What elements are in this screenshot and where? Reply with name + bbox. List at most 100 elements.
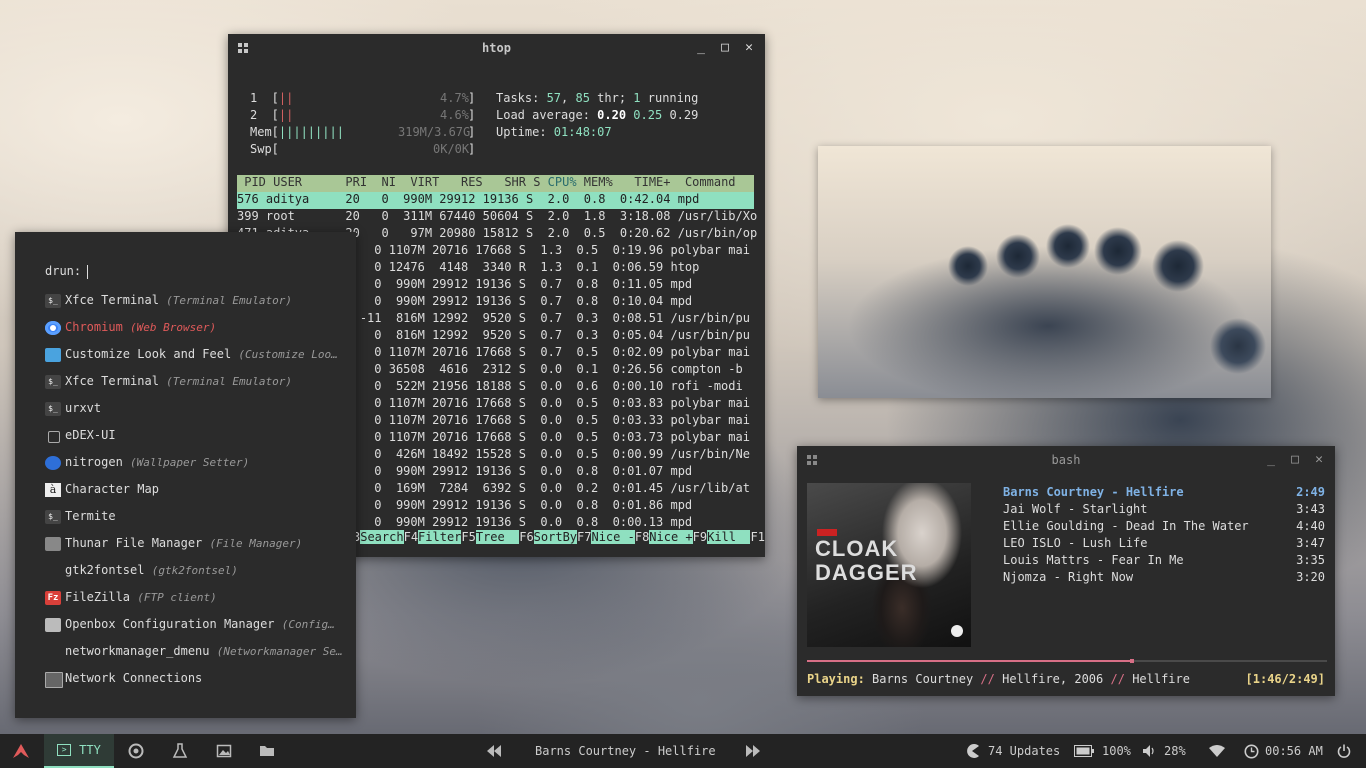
power-icon[interactable]	[1337, 734, 1351, 768]
launcher-item-label: FileZilla	[65, 590, 131, 604]
table-row[interactable]: 399 root 20 0 311M 67440 50604 S 2.0 1.8…	[237, 209, 757, 223]
launcher-item-label: Thunar File Manager	[65, 536, 203, 550]
launcher-item-description: (gtk2fontsel)	[151, 564, 238, 577]
launcher-item-label: eDEX-UI	[65, 428, 116, 442]
pacman-icon	[967, 744, 979, 758]
taskbar-now-playing[interactable]: Barns Courtney - Hellfire	[535, 734, 716, 768]
progress-knob[interactable]	[1130, 659, 1134, 663]
playlist-track[interactable]: Njomza - Right Now	[1003, 570, 1133, 584]
launcher-item-label: networkmanager_dmenu	[65, 644, 210, 658]
load-average-line: Load average: 0.20 0.25 0.29	[496, 108, 699, 122]
fkey-label[interactable]: Nice +	[649, 530, 693, 544]
launcher-item-label: Termite	[65, 509, 116, 523]
playlist-track-duration: 3:35	[1296, 553, 1325, 567]
launcher-item-description: (Customize Loo…	[238, 348, 338, 361]
battery-icon	[1074, 745, 1094, 757]
launcher-item-description: (Terminal Emulator)	[166, 294, 292, 307]
launcher-item-label: nitrogen	[65, 455, 123, 469]
close-icon[interactable]: ✕	[1313, 452, 1325, 467]
volume-indicator[interactable]: 28%	[1142, 734, 1186, 768]
rofi-launcher[interactable]: drun: $_ Xfce Terminal (Terminal Emulator…	[15, 232, 356, 718]
process-table-header[interactable]: PID USER PRI NI VIRT RES SHR S CPU% MEM%…	[237, 175, 754, 192]
launcher-item-description: (Networkmanager Se…	[216, 645, 343, 658]
flask-workspace-icon[interactable]	[172, 734, 188, 768]
playlist-track[interactable]: LEO ISLO - Lush Life	[1003, 536, 1148, 550]
selected-process-row[interactable]: 576 aditya 20 0 990M 29912 19136 S 2.0 0…	[237, 192, 754, 209]
launcher-item-label: urxvt	[65, 401, 102, 415]
function-key-bar[interactable]: 3SearchF4FilterF5Tree F6SortByF7Nice -F8…	[353, 530, 765, 544]
image-workspace-icon[interactable]	[216, 734, 232, 768]
cpu2-meter: 2 [||	[250, 108, 294, 122]
clock[interactable]: 00:56 AM	[1244, 734, 1323, 768]
playlist-track[interactable]: Jai Wolf - Starlight	[1003, 502, 1148, 516]
fkey-label[interactable]: Filter	[418, 530, 462, 544]
fkey-number[interactable]: F5	[461, 530, 475, 544]
tasks-line: Tasks: 57, 85 thr; 1 running	[496, 91, 699, 105]
playlist-track-duration: 4:40	[1296, 519, 1325, 533]
launcher-item-label: Chromium	[65, 320, 123, 334]
launcher-item-label: gtk2fontsel	[65, 563, 145, 577]
fkey-number[interactable]: F7	[577, 530, 591, 544]
music-player-window[interactable]: bash _ □ ✕ CLOAK DAGGER Barns Courtney - …	[797, 446, 1335, 696]
launcher-item-description: (Config…	[281, 618, 335, 631]
terminal-icon: $_	[45, 294, 61, 308]
launcher-item-label: Character Map	[65, 482, 159, 496]
fkey-number[interactable]: F4	[404, 530, 418, 544]
launcher-item-description: (Web Browser)	[130, 321, 217, 334]
nitrogen-icon	[45, 456, 61, 470]
launcher-item-description: (Terminal Emulator)	[166, 375, 292, 388]
fkey-number[interactable]: F1	[750, 530, 764, 544]
updates-indicator[interactable]: 74 Updates	[964, 734, 1060, 768]
browser-workspace-icon[interactable]	[128, 734, 144, 768]
launcher-item-label: Network Connections	[65, 671, 203, 685]
album-cover: CLOAK DAGGER	[807, 483, 971, 647]
charmap-icon: à	[45, 483, 61, 497]
network-logo-icon	[951, 625, 963, 637]
next-track-icon[interactable]	[746, 734, 760, 768]
terminal-icon: $_	[45, 375, 61, 389]
bash-titlebar[interactable]: bash _ □ ✕	[797, 446, 1335, 474]
network-icon	[45, 672, 63, 688]
launcher-item-description: (FTP client)	[137, 591, 217, 604]
fkey-label[interactable]: SortBy	[533, 530, 578, 544]
taskbar: > TTY Barns Courtney - Hellfire 74 Updat…	[0, 734, 1366, 768]
tty-workspace-button[interactable]: > TTY	[44, 734, 114, 768]
playlist-track[interactable]: Louis Mattrs - Fear In Me	[1003, 553, 1184, 567]
swap-value: 0K/0K	[433, 142, 470, 156]
playlist-track-duration: 3:43	[1296, 502, 1325, 516]
minimize-icon[interactable]: _	[1265, 452, 1277, 467]
battery-indicator[interactable]: 100%	[1074, 734, 1131, 768]
cover-title-line2: DAGGER	[815, 560, 918, 585]
clock-icon	[1244, 744, 1259, 758]
fkey-number[interactable]: F9	[693, 530, 707, 544]
fkey-label[interactable]: Nice -	[591, 530, 635, 544]
launcher-item-label: Openbox Configuration Manager	[65, 617, 275, 631]
launcher-item-description: (Wallpaper Setter)	[130, 456, 250, 469]
launcher-item-label: Xfce Terminal	[65, 374, 159, 388]
previous-track-icon[interactable]	[487, 734, 501, 768]
volume-icon	[1143, 745, 1154, 757]
launcher-item-label: Customize Look and Feel	[65, 347, 232, 361]
wifi-icon[interactable]	[1208, 734, 1226, 768]
cpu2-value: 4.6%	[440, 108, 469, 122]
cpu1-value: 4.7%	[440, 91, 469, 105]
fkey-label[interactable]: Kill	[707, 530, 751, 544]
fkey-label[interactable]: Tree	[475, 530, 520, 544]
text-cursor	[87, 264, 89, 279]
arch-menu-icon[interactable]	[12, 734, 30, 768]
playlist-track[interactable]: Ellie Goulding - Dead In The Water	[1003, 519, 1249, 533]
drun-prompt[interactable]: drun:	[45, 264, 89, 279]
fkey-label[interactable]: Search	[360, 530, 404, 544]
mem-meter: Mem[|||||||||	[250, 125, 344, 139]
playback-progress-bar[interactable]	[807, 659, 1327, 663]
wallpaper-preview-image	[818, 146, 1271, 398]
playlist-track[interactable]: Barns Courtney - Hellfire	[1003, 485, 1184, 499]
cover-title-line1: CLOAK	[815, 536, 899, 561]
folder-workspace-icon[interactable]	[259, 734, 275, 768]
openbox-icon	[45, 618, 61, 632]
maximize-icon[interactable]: □	[1289, 452, 1301, 467]
terminal-icon: $_	[45, 402, 61, 416]
playlist-track-duration: 3:20	[1296, 570, 1325, 584]
fkey-number[interactable]: F8	[635, 530, 649, 544]
fkey-number[interactable]: F6	[519, 530, 533, 544]
